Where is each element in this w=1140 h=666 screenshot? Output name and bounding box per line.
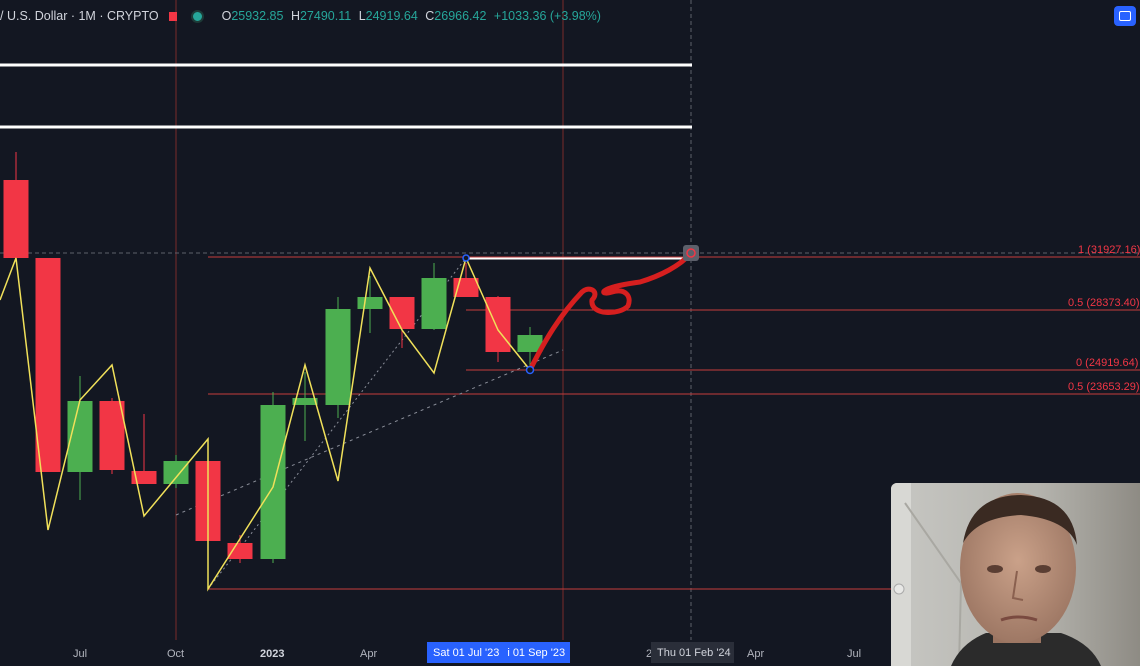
candle-up: [421, 278, 447, 329]
anchor-point: [462, 254, 470, 262]
candle-down: [99, 401, 125, 470]
x-label-oct: Oct: [167, 648, 185, 660]
cursor-target-icon: [683, 245, 699, 261]
candle-down: [3, 180, 29, 258]
candle-down: [227, 543, 253, 559]
candle-up: [260, 405, 286, 559]
low-value: 24919.64: [365, 9, 418, 23]
x-label-jul: Jul: [73, 648, 88, 660]
change-value: +1033.36 (+3.98%): [493, 9, 601, 23]
x-label-jul-2: Jul: [847, 648, 862, 660]
x-label-2023: 2023: [260, 648, 285, 660]
ohlc-values: O25932.85 H27490.11 L24919.64 C26966.42 …: [218, 9, 601, 23]
symbol-legend: / U.S. Dollar · 1M · CRYPTO O25932.85 H2…: [0, 6, 601, 26]
layout-button[interactable]: [1114, 6, 1136, 26]
crosshair-date-label: Thu 01 Feb '24: [651, 642, 734, 663]
flag-icon[interactable]: [168, 11, 177, 21]
candle-down: [35, 258, 61, 472]
window-icon: [1119, 11, 1131, 21]
high-value: 27490.11: [299, 9, 352, 23]
anchor-point: [525, 365, 535, 375]
candle-up: [163, 461, 189, 484]
market-status-icon: [190, 9, 204, 23]
open-value: 25932.85: [231, 9, 284, 23]
cursor-date-start: Sat 01 Jul '23: [433, 646, 500, 659]
hand-drawn-projection: [527, 250, 694, 373]
time-range-highlight: Sat 01 Jul '23 i 01 Sep '23: [427, 642, 570, 663]
high-key: H: [290, 9, 300, 23]
trend-line-dashed: [175, 349, 564, 516]
fib-label-3: 0 (24919.64): [1076, 357, 1139, 369]
open-key: O: [221, 9, 232, 23]
webcam-overlay: [891, 483, 1140, 666]
candle-down: [485, 297, 511, 352]
x-label-apr: Apr: [360, 648, 378, 660]
fib-label-2: 0.5 (28373.40): [1068, 297, 1140, 309]
x-label-apr-2: Apr: [747, 648, 765, 660]
fib-label-1: 1 (31927.16): [1078, 244, 1140, 256]
low-key: L: [358, 9, 366, 23]
fib-label-4: 0.5 (23653.29): [1068, 381, 1140, 393]
candle-up: [357, 297, 383, 309]
candle-up: [325, 309, 351, 405]
symbol-name[interactable]: / U.S. Dollar · 1M · CRYPTO: [0, 9, 159, 23]
crosshair-date-text: Thu 01 Feb '24: [657, 646, 731, 659]
cursor-date-end: i 01 Sep '23: [507, 646, 566, 659]
close-value: 26966.42: [434, 9, 487, 23]
close-key: C: [425, 9, 435, 23]
